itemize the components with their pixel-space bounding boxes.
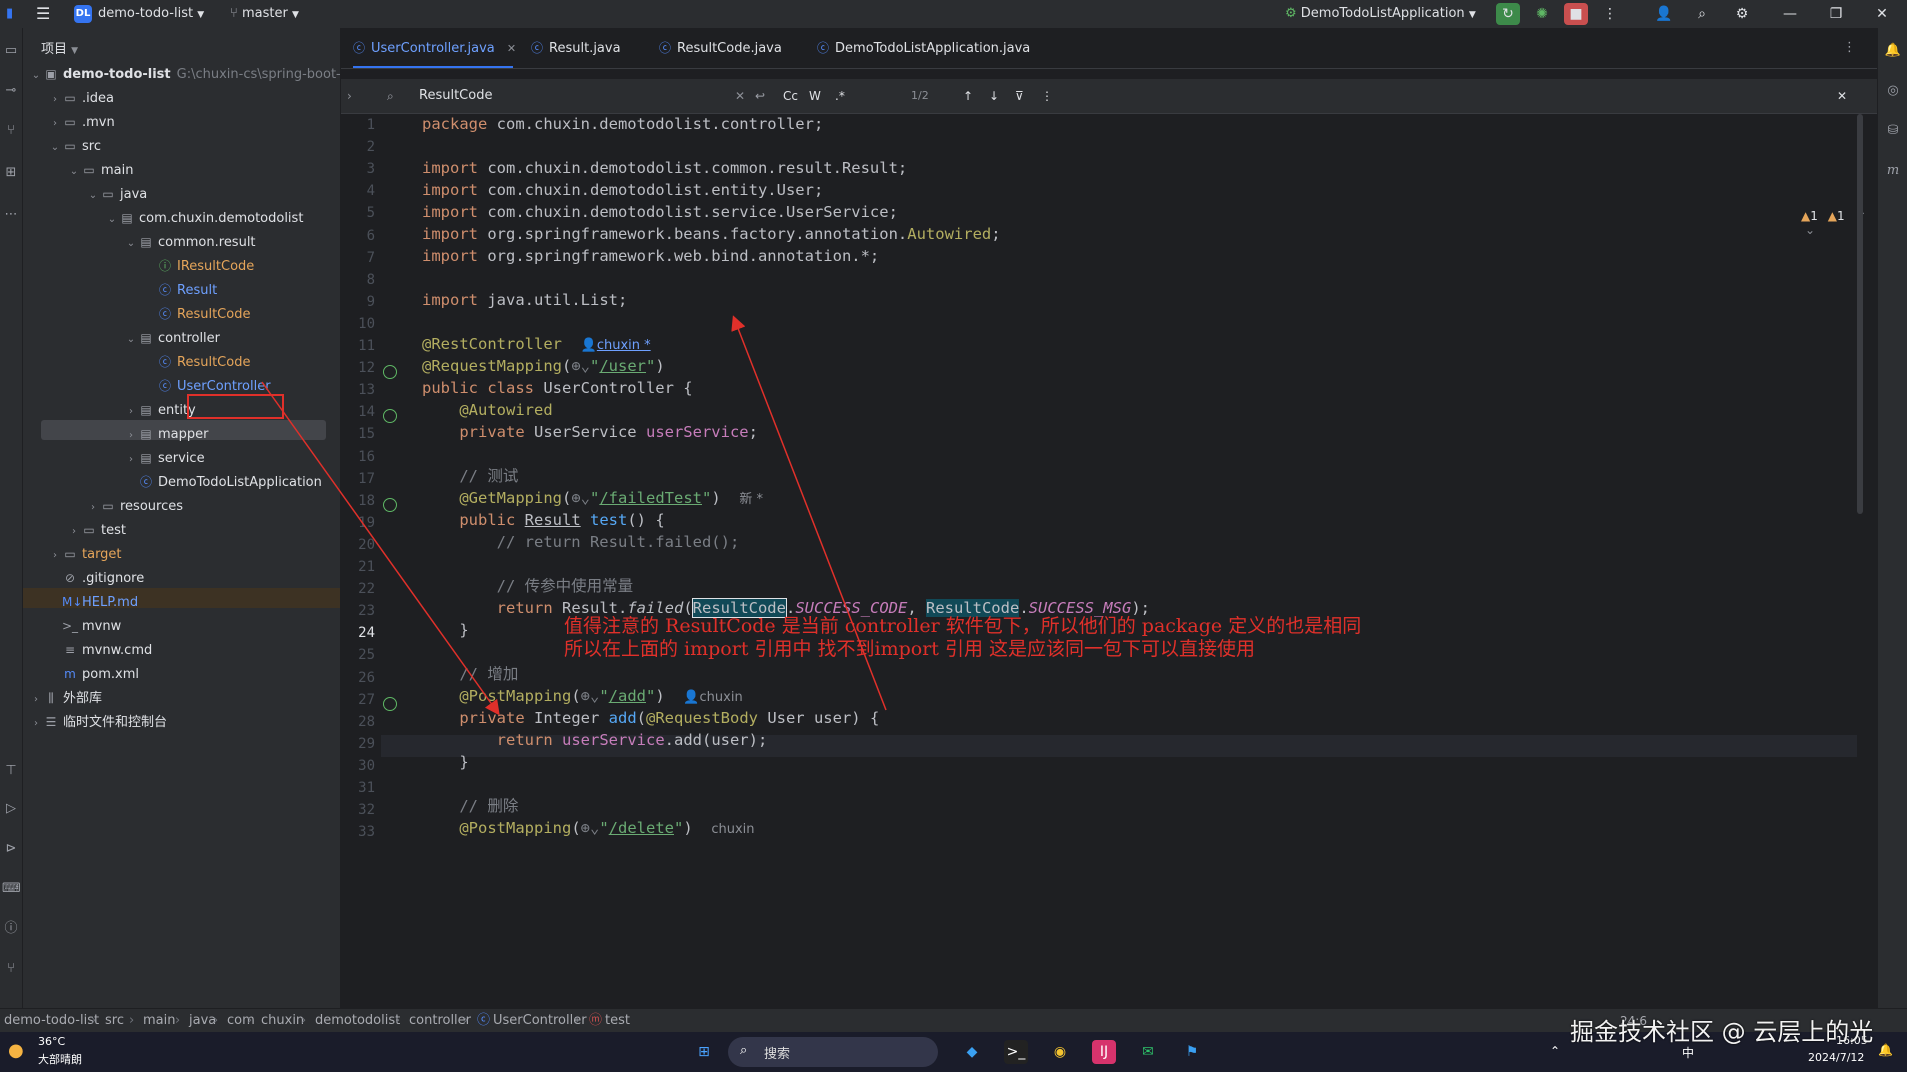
- method-icon: ⓜ: [589, 1013, 603, 1028]
- breadcrumb-item[interactable]: UserController: [493, 1012, 587, 1030]
- chevron-right-icon: ›: [213, 1013, 219, 1028]
- app-icon[interactable]: ⚑: [1180, 1040, 1204, 1064]
- breadcrumb-item[interactable]: demotodolist: [315, 1012, 400, 1030]
- watermark: 掘金技术社区 @ 云层上的光: [1570, 1018, 1874, 1046]
- taskbar-search[interactable]: ⌕ 搜索: [728, 1037, 938, 1067]
- chevron-up-icon[interactable]: ⌃: [1550, 1044, 1560, 1058]
- weather-icon[interactable]: ●: [8, 1040, 24, 1061]
- chevron-right-icon: ›: [247, 1013, 253, 1028]
- breadcrumb-item[interactable]: demo-todo-list: [4, 1012, 99, 1030]
- breadcrumb-item[interactable]: controller: [409, 1012, 471, 1030]
- chevron-right-icon: ›: [175, 1013, 181, 1028]
- weather-temp: 36°C: [38, 1035, 66, 1048]
- chevron-right-icon: ›: [129, 1013, 135, 1028]
- wechat-icon[interactable]: ✉: [1136, 1040, 1160, 1064]
- breadcrumb-item[interactable]: test: [605, 1012, 630, 1030]
- notification-bell-icon[interactable]: 🔔: [1878, 1043, 1893, 1057]
- class-icon: ⓒ: [477, 1013, 491, 1028]
- annotation-arrow-to-code: [261, 381, 500, 716]
- windows-start-icon[interactable]: ⊞: [692, 1040, 716, 1064]
- chevron-right-icon: ›: [395, 1013, 401, 1028]
- annotation-arrow-to-imports: [731, 315, 887, 711]
- clock-date[interactable]: 2024/7/12: [1808, 1051, 1864, 1064]
- search-icon: ⌕: [740, 1043, 748, 1058]
- breadcrumb-item[interactable]: src: [105, 1012, 124, 1030]
- chevron-right-icon: ›: [301, 1013, 307, 1028]
- chevron-right-icon: ›: [91, 1013, 97, 1028]
- chevron-right-icon: ›: [463, 1013, 469, 1028]
- chevron-right-icon: ›: [575, 1013, 581, 1028]
- intellij-taskbar-icon[interactable]: IJ: [1092, 1040, 1116, 1064]
- taskbar-search-placeholder: 搜索: [764, 1047, 791, 1062]
- weather-desc: 大部晴朗: [38, 1053, 82, 1066]
- chrome-icon[interactable]: ◉: [1048, 1040, 1072, 1064]
- annotation-arrows: [261, 315, 887, 716]
- breadcrumb-item[interactable]: chuxin: [261, 1012, 304, 1030]
- terminal-app-icon[interactable]: >_: [1004, 1040, 1028, 1064]
- vscode-icon[interactable]: ◆: [960, 1040, 984, 1064]
- breadcrumb-item[interactable]: main: [143, 1012, 175, 1030]
